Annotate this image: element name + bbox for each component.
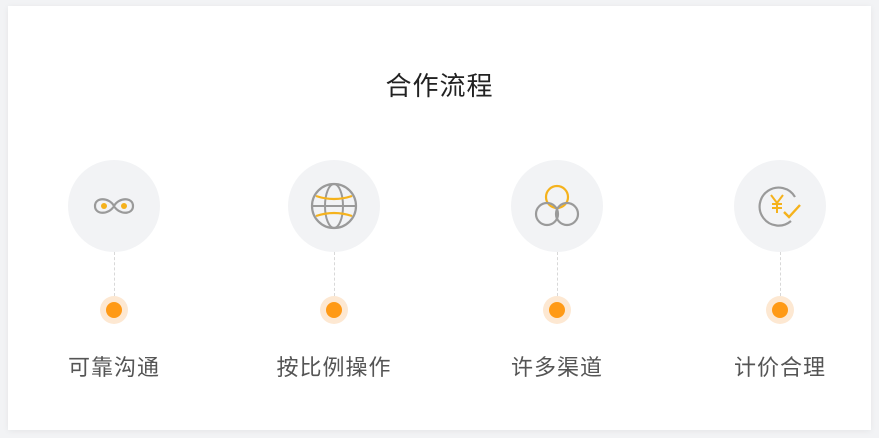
step-icon-circle — [511, 160, 603, 252]
step-marker — [100, 296, 128, 324]
section-title: 合作流程 — [385, 72, 494, 102]
price-check-icon — [755, 183, 805, 229]
step-label: 可靠沟通 — [67, 356, 160, 381]
step-marker — [320, 296, 348, 324]
step-label: 计价合理 — [733, 356, 826, 381]
link-icon — [91, 193, 137, 219]
step-connector — [113, 252, 115, 296]
cooperation-process-card: 合作流程 可靠沟通 按比例操作 许多渠道 计价合理 — [8, 6, 871, 430]
process-step-1: 可靠沟通 — [44, 160, 184, 382]
channels-icon — [532, 184, 582, 228]
step-connector — [779, 252, 781, 296]
step-icon-circle — [288, 160, 380, 252]
step-connector — [556, 252, 558, 296]
process-step-3: 许多渠道 — [487, 160, 627, 382]
step-icon-circle — [734, 160, 826, 252]
globe-icon — [309, 181, 359, 231]
step-icon-circle — [68, 160, 160, 252]
step-label: 按比例操作 — [276, 356, 392, 381]
step-connector — [333, 252, 335, 296]
step-label: 许多渠道 — [510, 356, 603, 381]
step-marker — [543, 296, 571, 324]
process-step-4: 计价合理 — [710, 160, 850, 382]
step-marker — [766, 296, 794, 324]
process-step-2: 按比例操作 — [264, 160, 404, 382]
